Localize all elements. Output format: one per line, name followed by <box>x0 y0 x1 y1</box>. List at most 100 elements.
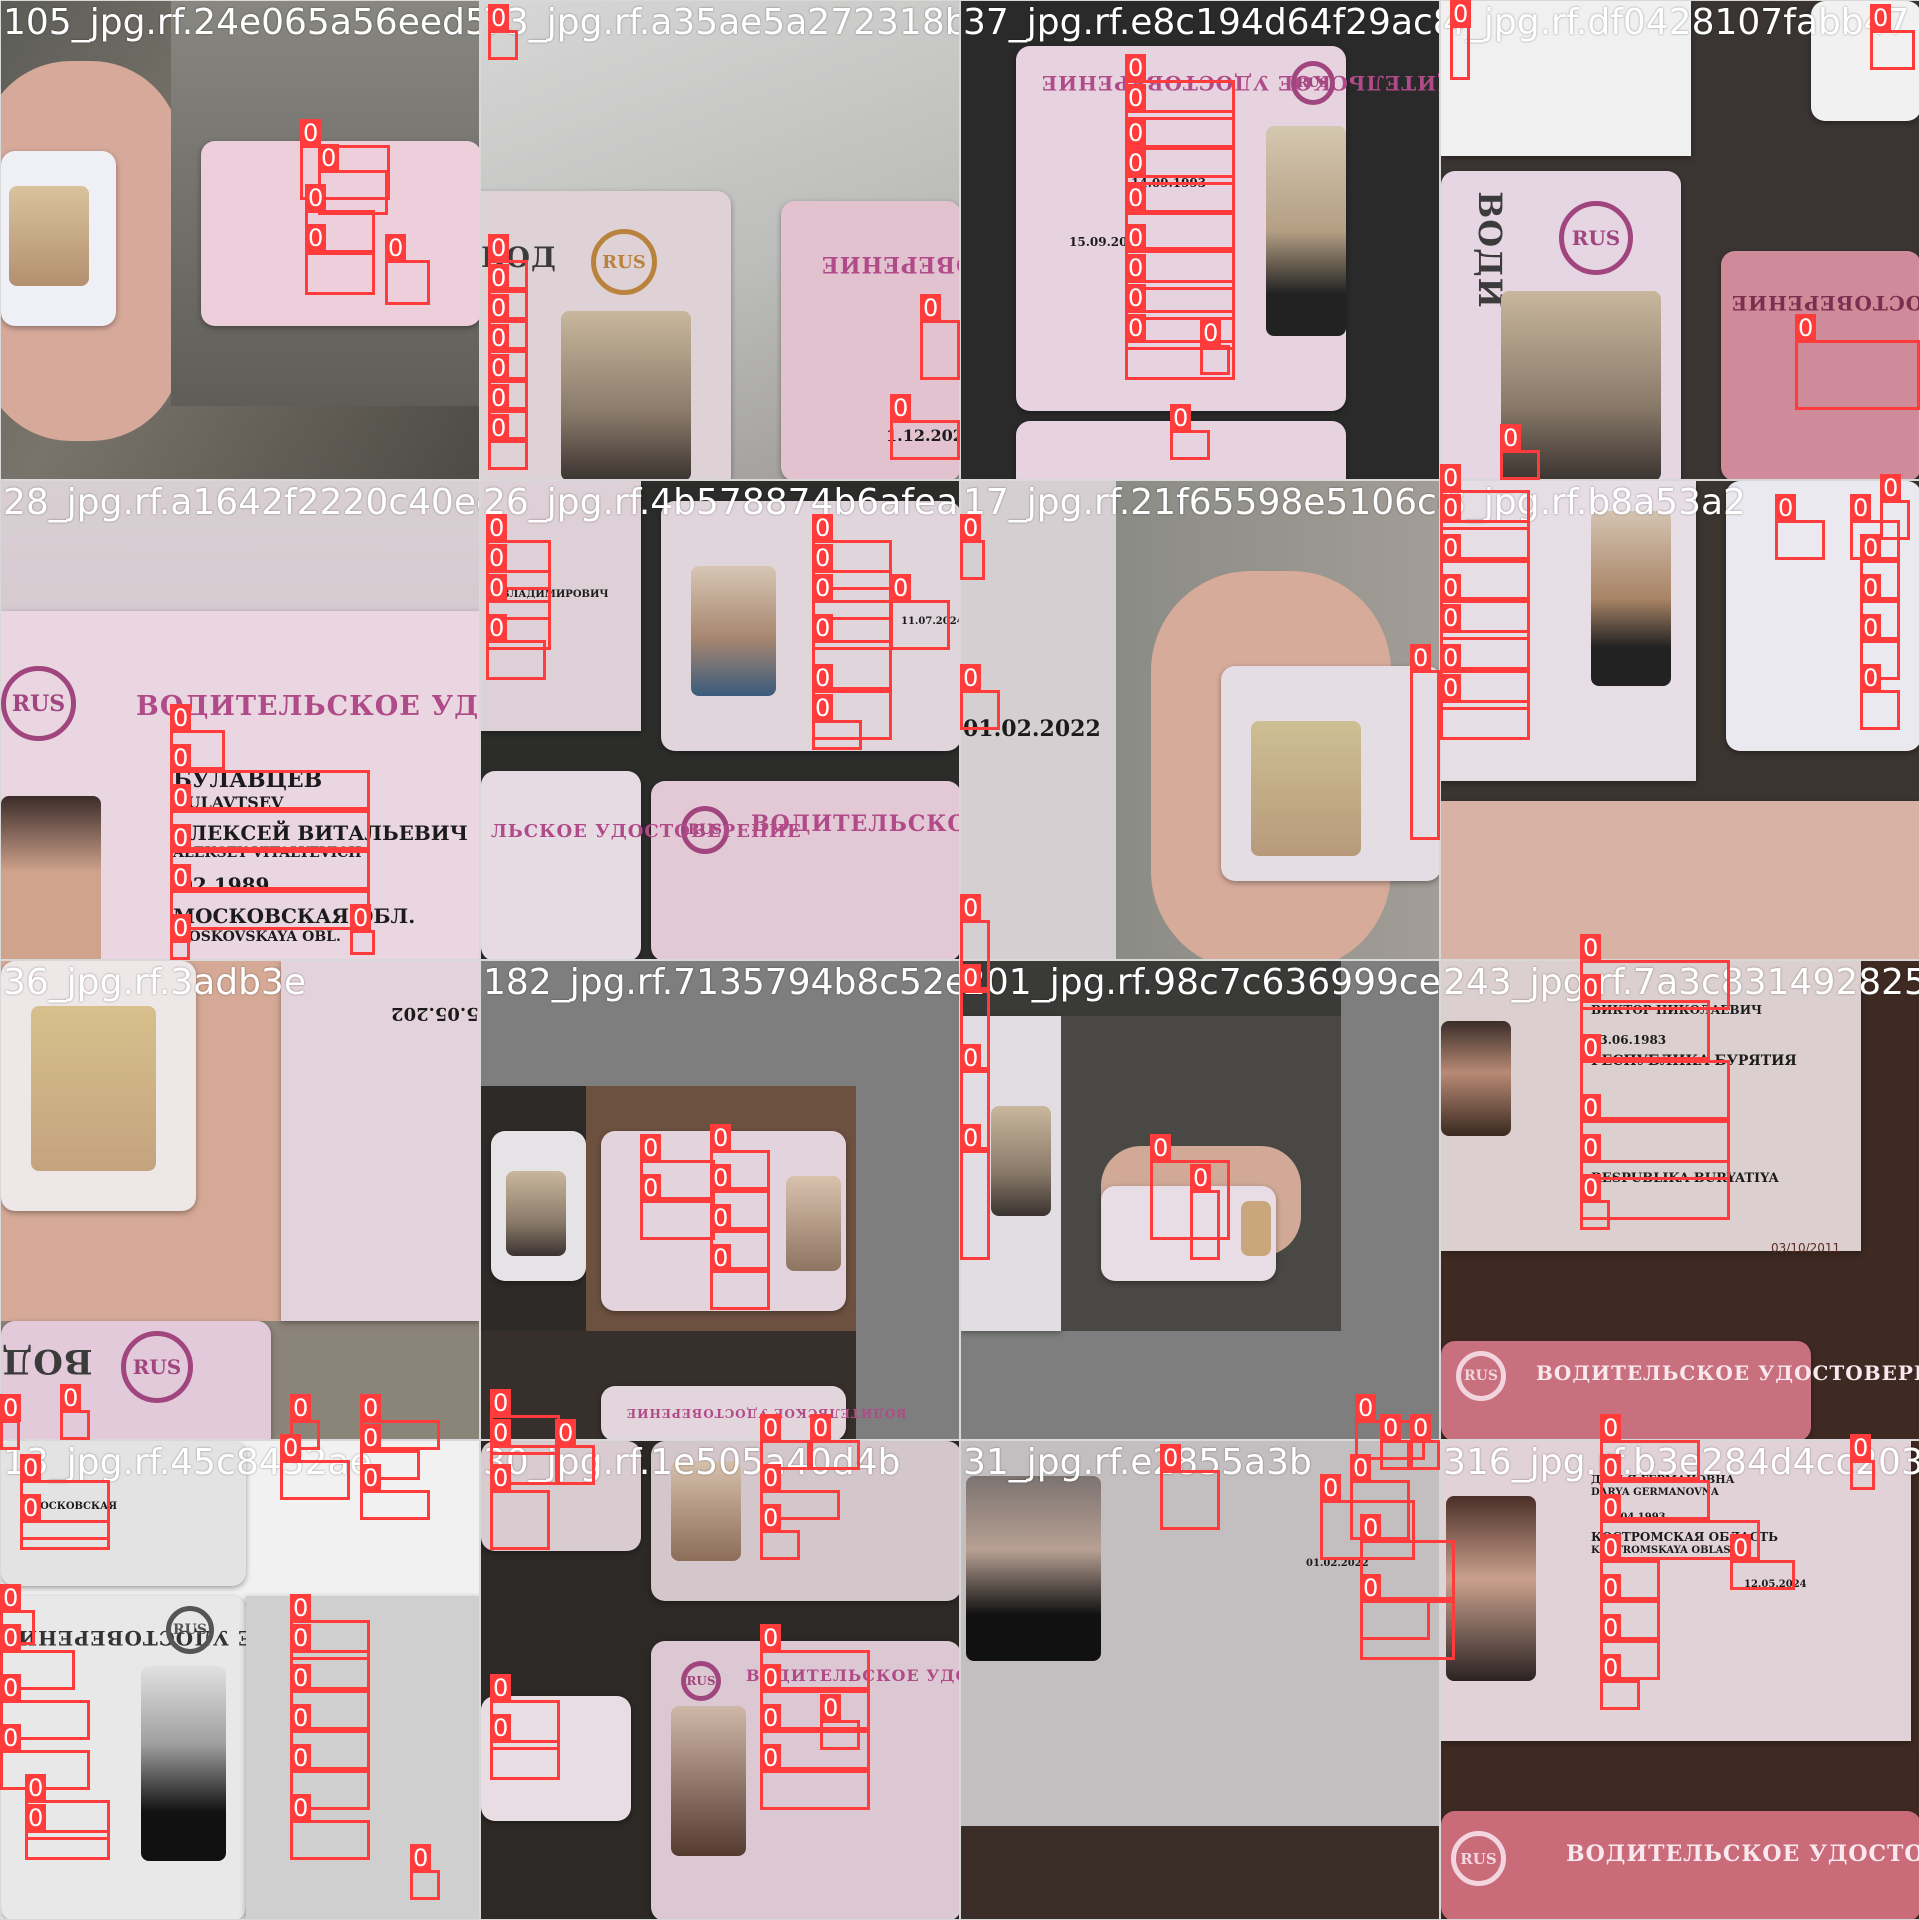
tile-2: RUS ВОД ДОСТОВЕРЕНИЕ 1.12.2028 73_jpg.rf… <box>480 0 960 480</box>
card-heading: ВОДИТЕЛЬСКОЕ УДОСТОВЕРЕНИЕ <box>1041 71 1439 95</box>
surname: БУЛАВЦЕВ <box>173 767 323 793</box>
rus-emblem: RUS <box>1291 61 1335 105</box>
issue-date: 11.07.2024 <box>901 616 960 627</box>
place-of-birth: МОСКОВСКАЯ ОБЛ. <box>173 904 416 928</box>
given-names: АЛЕКСЕЙ ВИТАЛЬЕВИЧ <box>173 821 468 845</box>
id-card <box>201 141 479 326</box>
given-names-latin: ALEKSEY VITALYEVICH <box>173 845 362 861</box>
card-heading: ВОДИТЕЛЬСКОЕ УДОСТОВЕРЕНИЕ <box>1536 1361 1919 1385</box>
id-card <box>246 1596 479 1919</box>
surname-latin: BULAVTSEV <box>173 793 284 812</box>
tile-4: ВОДИ RUS ДОСТОВЕРЕНИЕ 4_jpg.rf.df0428107… <box>1440 0 1920 480</box>
tile-1: 105_jpg.rf.24e065a56eed5a773063cb79ef5a2 <box>0 0 480 480</box>
tile-filename: 316_jpg.rf.b3e284d4cc203 <box>1443 1442 1920 1483</box>
tile-filename: 28_jpg.rf.a1642f2220c40ec7bc <box>3 482 479 523</box>
card-photo <box>786 1176 841 1271</box>
card-photo <box>1446 1496 1536 1681</box>
card-heading: ВОД <box>1 1341 93 1381</box>
given-names: ВИКТОР НИКОЛАЕВИЧ <box>1591 1003 1762 1017</box>
tile-filename: 4_jpg.rf.df0428107fabb47 <box>1443 2 1910 43</box>
table-surface <box>961 1826 1439 1919</box>
card-photo <box>1 796 101 959</box>
place-of-birth: РЕСПУБЛИКА БУРЯТИЯ <box>1591 1053 1797 1069</box>
tile-9: 15.05.202 ВОД RUS 36_jpg.rf.3adb3e <box>0 960 480 1440</box>
tile-filename: 201_jpg.rf.98c7c636999ce <box>963 962 1440 1003</box>
expiry-date: 12.05.2024 <box>1744 1579 1807 1590</box>
rus-emblem: RUS <box>121 1331 193 1403</box>
rus-emblem: RUS <box>681 1661 721 1701</box>
given-names-latin: DARYA GERMANOVNA <box>1591 1487 1719 1498</box>
mosaic-grid: 105_jpg.rf.24e065a56eed5a773063cb79ef5a2… <box>0 0 1920 1920</box>
tile-10: ВОДИТЕЛЬСКОЕ УДОСТОВЕРЕНИЕ 182_jpg.rf.71… <box>480 960 960 1440</box>
id-card <box>1016 421 1346 479</box>
card-heading: ВОДИ <box>1470 191 1509 309</box>
tile-filename: 36_jpg.rf.3adb3e <box>3 962 306 1003</box>
rus-emblem: RUS <box>1456 1351 1506 1401</box>
tile-3: ВОДИТЕЛЬСКОЕ УДОСТОВЕРЕНИЕ RUS 14.09.199… <box>960 0 1440 480</box>
card-heading: ДОСТОВЕРЕНИЕ <box>821 251 959 277</box>
tile-5: RUS ВОДИТЕЛЬСКОЕ УДОСТОВЕРЕНИЕ БУЛАВЦЕВ … <box>0 480 480 960</box>
card-photo <box>9 186 89 286</box>
timestamp: 03/10/2011 <box>1771 1241 1841 1255</box>
tile-filename: 105_jpg.rf.24e065a56eed5a773063cb79ef5a2 <box>3 2 479 43</box>
card-photo <box>31 1006 156 1171</box>
card-heading: ВОДИТЕЛЬСКОЕ УДОСТОВЕРЕНИЕ <box>746 1666 959 1685</box>
card-heading: ВОДИТЕЛЬСКОЕ УДОСТОВЕРЕНИЕ <box>1566 1841 1920 1867</box>
place-of-birth: МОСКОВСКАЯ <box>29 1501 118 1512</box>
date-of-birth: 22.04.1993 <box>1603 1512 1666 1523</box>
tile-filename: 8_jpg.rf.b8a53a2 <box>1443 482 1746 523</box>
tile-6: ВЛАДИМИРОВИЧ 11.07.2024 RUS ВОДИТЕЛЬСКОЕ… <box>480 480 960 960</box>
card-photo <box>991 1106 1051 1216</box>
expiry-date: 1.12.2028 <box>886 426 959 445</box>
tile-15: 01.02.2022 31_jpg.rf.e2855a3b <box>960 1440 1440 1920</box>
issue-date: 01.02.2022 <box>1306 1558 1369 1569</box>
card-photo <box>1241 1201 1271 1256</box>
card-heading: ДОСТОВЕРЕНИЕ <box>1731 291 1920 315</box>
tile-filename: 30_jpg.rf.1e505a40d4b <box>483 1442 901 1483</box>
card-photo <box>966 1476 1101 1661</box>
tile-16: ДАРЬЯ ГЕРМАНОВНА DARYA GERMANOVNA 22.04.… <box>1440 1440 1920 1920</box>
date-of-birth: 13.06.1983 <box>1591 1033 1667 1047</box>
card-photo <box>561 311 691 479</box>
tile-13: МОСКОВСКАЯ ВОДИТЕЛЬСКОЕ УДОСТОВЕРЕНИЕ RU… <box>0 1440 480 1920</box>
place-of-residence: RESPUBLIKA BURYATIYA <box>1591 1171 1779 1186</box>
rus-emblem: RUS <box>1559 201 1633 275</box>
card-photo <box>141 1666 226 1861</box>
rus-emblem: RUS <box>1451 1831 1506 1886</box>
tile-8: 8_jpg.rf.b8a53a2 <box>1440 480 1920 960</box>
tile-11: 201_jpg.rf.98c7c636999ce <box>960 960 1440 1440</box>
tile-filename: 26_jpg.rf.4b578874b6afea5a9b3a <box>483 482 959 523</box>
rus-emblem: RUS <box>1 666 76 741</box>
card-photo <box>691 566 776 696</box>
id-card <box>1721 251 1919 479</box>
tile-filename: 182_jpg.rf.7135794b8c52e36 <box>483 962 960 1003</box>
card-photo <box>506 1171 566 1256</box>
hand <box>1441 801 1919 959</box>
tile-filename: 13_jpg.rf.45c8432ae <box>3 1442 372 1483</box>
card-photo <box>1591 511 1671 686</box>
tile-filename: 37_jpg.rf.e8c194d64f29ac8779e <box>963 2 1439 43</box>
place-of-birth-latin: MOSKOVSKAYA OBL. <box>173 929 341 945</box>
card-heading: ЛЬСКОЕ УДОСТОВЕРЕНИЕ <box>491 821 802 842</box>
tile-filename: 73_jpg.rf.a35ae5a272318bf36 <box>483 2 959 43</box>
card-heading: ВОДИТЕЛЬСКОЕ УДОСТОВЕРЕНИЕ <box>136 691 480 722</box>
card-photo <box>1441 1021 1511 1136</box>
rus-emblem: RUS <box>166 1606 214 1654</box>
tile-12: ВИКТОР НИКОЛАЕВИЧ 13.06.1983 РЕСПУБЛИКА … <box>1440 960 1920 1440</box>
card-photo <box>1251 721 1361 856</box>
card-heading: ВОДИТЕЛЬСКОЕ УДОСТОВЕРЕНИЕ <box>626 1406 907 1420</box>
issue-date: 15.05.202 <box>391 1003 479 1024</box>
rus-emblem: RUS <box>591 229 657 295</box>
card-photo <box>1501 291 1661 479</box>
card-photo <box>671 1706 746 1856</box>
card-photo <box>1266 126 1346 336</box>
tile-filename: 31_jpg.rf.e2855a3b <box>963 1442 1312 1483</box>
place-of-birth-latin: KOSTROMSKAYA OBLAST <box>1591 1545 1739 1556</box>
place-of-birth: КОСТРОМСКАЯ ОБЛАСТЬ <box>1591 1530 1779 1544</box>
tile-filename: 17_jpg.rf.21f65598e5106cc3 <box>963 482 1440 523</box>
date-of-birth: 02.1989 <box>179 873 270 897</box>
id-card <box>1726 481 1919 751</box>
patronymic: ВЛАДИМИРОВИЧ <box>501 589 609 600</box>
tile-7: 01.02.2022 17_jpg.rf.21f65598e5106cc3 <box>960 480 1440 960</box>
date-of-birth: 14.09.1993 <box>1131 176 1207 190</box>
